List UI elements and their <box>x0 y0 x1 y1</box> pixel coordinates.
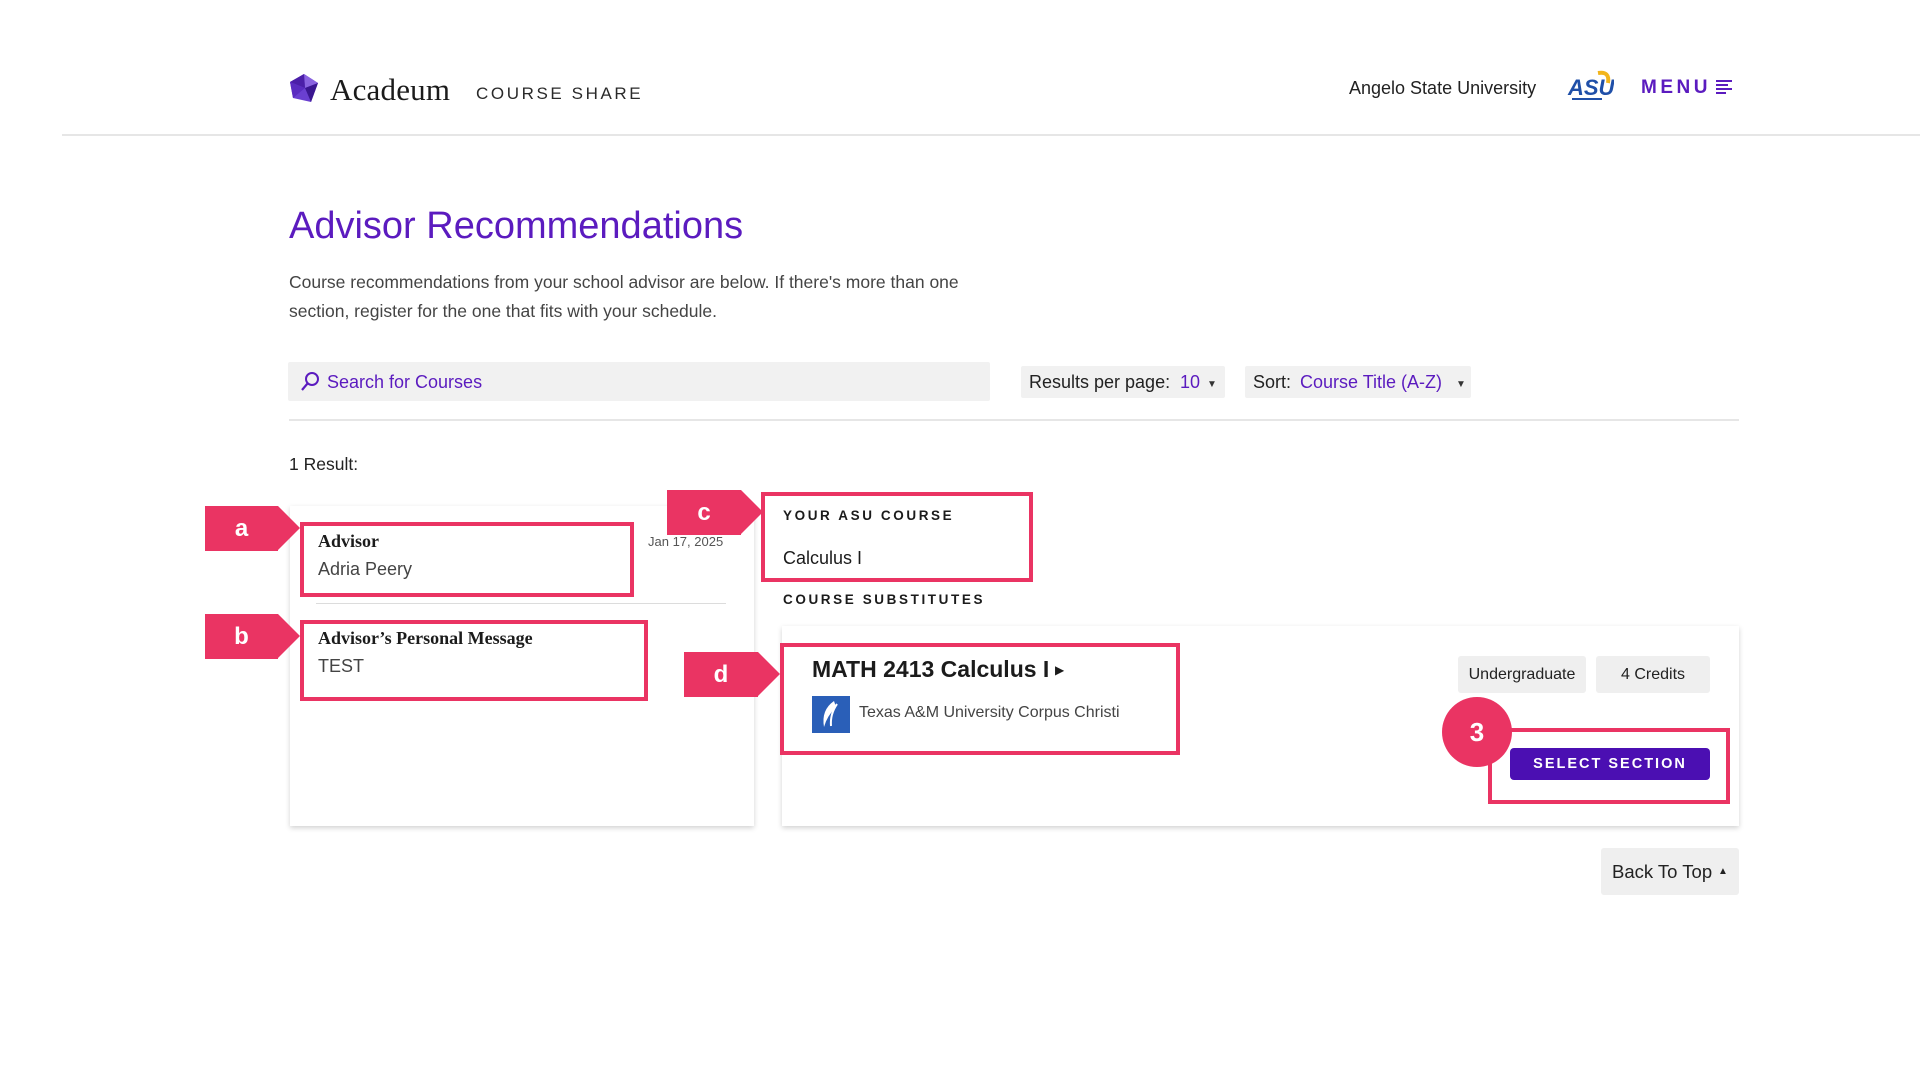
brand-subtitle: COURSE SHARE <box>476 84 644 103</box>
annotation-step-number: 3 <box>1442 697 1512 767</box>
page-title: Advisor Recommendations <box>289 205 744 247</box>
controls-divider <box>289 419 1739 421</box>
recommendation-date: Jan 17, 2025 <box>648 534 724 549</box>
annotation-tag-a: a <box>205 506 300 551</box>
annotation-highlight-a <box>300 522 634 597</box>
university-name: Angelo State University <box>1349 78 1537 98</box>
level-badge: Undergraduate <box>1458 656 1586 693</box>
header-divider <box>62 134 1920 136</box>
credits-badge: 4 Credits <box>1596 656 1710 693</box>
course-substitutes-label: COURSE SUBSTITUTES <box>783 592 986 607</box>
annotation-tag-c: c <box>667 490 763 535</box>
annotation-tag-b: b <box>205 614 300 659</box>
annotation-tag-d: d <box>684 652 780 697</box>
results-per-page-label: Results per page: <box>1029 372 1171 392</box>
caret-down-icon: ▼ <box>1456 379 1466 390</box>
search-icon <box>301 372 319 391</box>
advisor-divider <box>316 603 726 604</box>
annotation-highlight-b <box>300 620 648 701</box>
acadeum-gem-icon <box>290 74 318 102</box>
annotation-highlight-step <box>1488 728 1730 804</box>
annotation-highlight-c <box>761 492 1033 582</box>
caret-down-icon: ▼ <box>1207 379 1217 390</box>
search-placeholder[interactable]: Search for Courses <box>327 372 482 393</box>
sort-value[interactable]: Course Title (A-Z) <box>1300 372 1442 393</box>
brand-name[interactable]: Acadeum <box>330 72 450 108</box>
university-logo: ASU <box>1567 70 1614 100</box>
page-description: Course recommendations from your school … <box>289 272 959 321</box>
menu-button[interactable]: MENU <box>1641 77 1711 99</box>
hamburger-icon[interactable] <box>1716 80 1732 94</box>
caret-up-icon[interactable]: ▲ <box>1718 866 1728 877</box>
results-per-page-value[interactable]: 10 <box>1180 372 1200 393</box>
sort-label: Sort: <box>1253 372 1292 392</box>
back-to-top-label[interactable]: Back To Top <box>1612 861 1712 883</box>
annotation-highlight-d <box>780 643 1180 755</box>
result-count: 1 Result: <box>289 454 359 474</box>
